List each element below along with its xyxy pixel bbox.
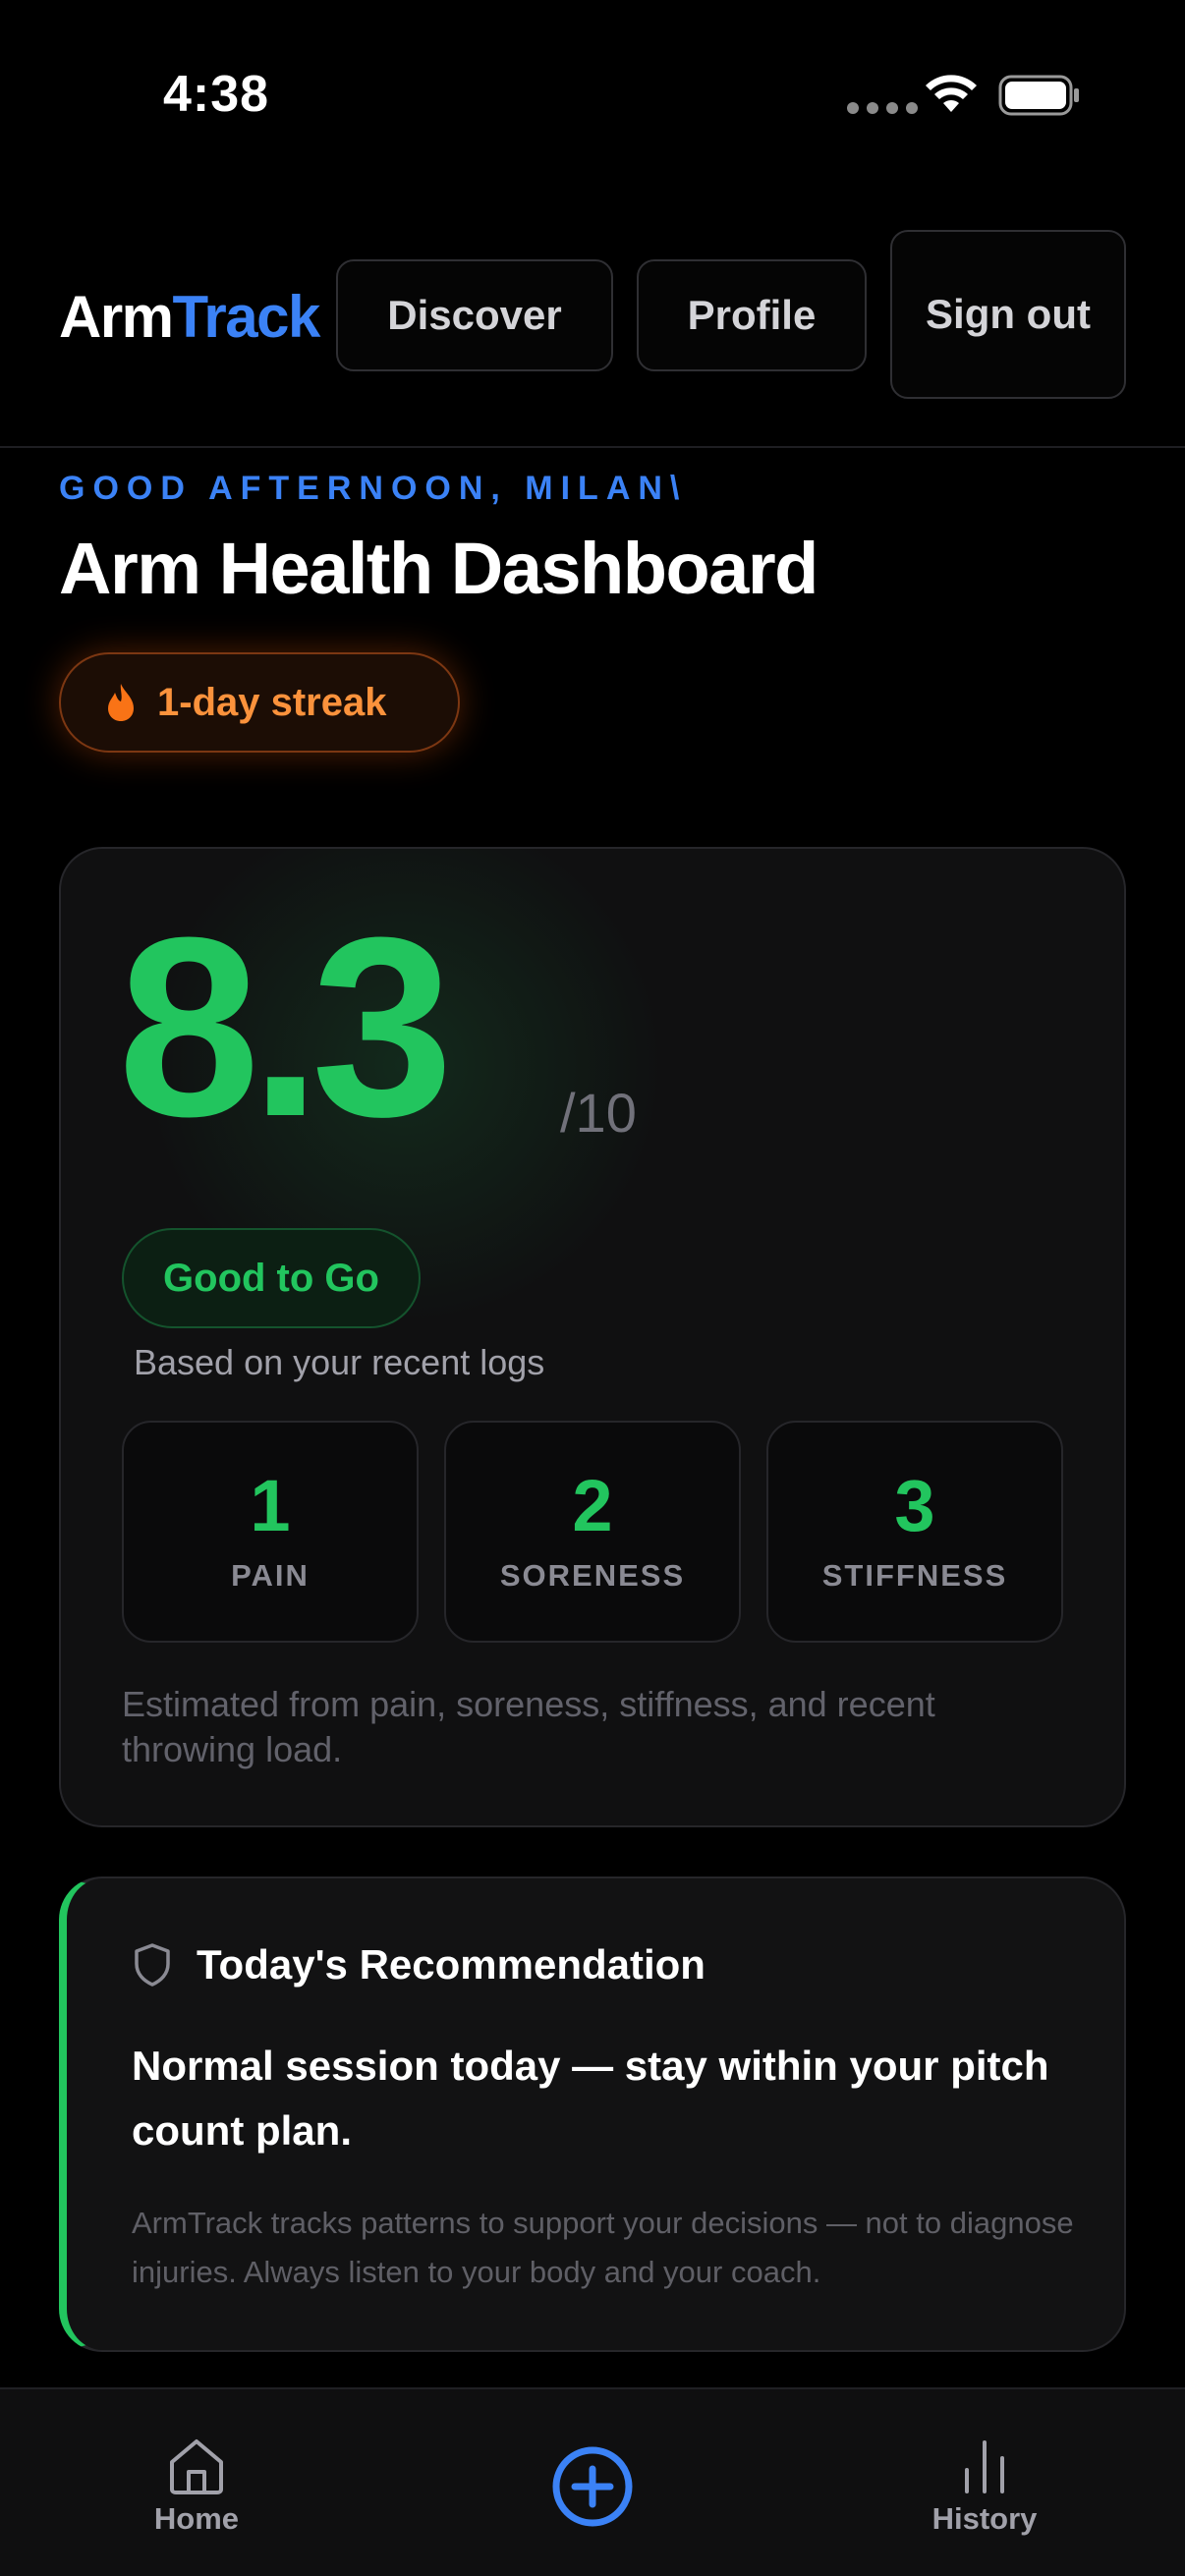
- logo-text-arm: Arm: [59, 284, 174, 350]
- streak-badge: 1-day streak: [59, 652, 460, 753]
- status-time: 4:38: [163, 66, 270, 123]
- metric-label: STIFFNESS: [821, 1558, 1008, 1593]
- page-title: Arm Health Dashboard: [59, 528, 818, 609]
- recommendation-title: Today's Recommendation: [197, 1941, 705, 1988]
- app-header: ArmTrack Discover Profile Sign out: [0, 226, 1185, 448]
- bar-chart-icon: [965, 2440, 1004, 2493]
- arm-health-score-card: 8.3 /10 Good to Go Based on your recent …: [59, 847, 1126, 1827]
- logo-text-track: Track: [172, 284, 321, 350]
- home-icon: [170, 2439, 223, 2494]
- discover-button[interactable]: Discover: [336, 259, 613, 371]
- cellular-signal-icon: [847, 102, 918, 114]
- tab-home-label: Home: [153, 2501, 240, 2536]
- tab-home[interactable]: Home: [138, 2436, 255, 2537]
- flame-icon: [108, 684, 134, 721]
- metric-tile-stiffness: 3 STIFFNESS: [766, 1421, 1063, 1643]
- greeting-text: GOOD AFTERNOON, MILAN\: [59, 470, 688, 507]
- add-log-icon[interactable]: [550, 2444, 635, 2529]
- metric-label: PAIN: [231, 1558, 310, 1593]
- score-max: /10: [560, 1082, 637, 1144]
- metric-tiles: 1 PAIN 2 SORENESS 3 STIFFNESS: [122, 1421, 1063, 1643]
- dashboard-screen: 4:38 ArmTrack Discover Profile Sign out …: [0, 0, 1185, 2576]
- tab-history[interactable]: History: [916, 2436, 1053, 2537]
- profile-button[interactable]: Profile: [637, 259, 867, 371]
- status-badge: Good to Go: [122, 1228, 421, 1328]
- status-subtitle: Based on your recent logs: [134, 1342, 545, 1382]
- score-value: 8.3: [118, 885, 453, 1170]
- status-bar: 4:38: [0, 0, 1185, 196]
- bottom-tab-bar: Home History: [0, 2387, 1185, 2576]
- disclaimer-text: ArmTrack tracks patterns to support your…: [132, 2206, 1074, 2289]
- metric-value: 3: [894, 1465, 935, 1546]
- recommendation-card: Today's Recommendation Normal session to…: [59, 1876, 1126, 2352]
- recommendation-header: Today's Recommendation: [132, 1941, 705, 1988]
- shield-icon: [135, 1943, 170, 1987]
- tab-history-label: History: [931, 2501, 1038, 2536]
- streak-label: 1-day streak: [157, 680, 387, 724]
- metric-tile-soreness: 2 SORENESS: [444, 1421, 741, 1643]
- metric-value: 1: [250, 1465, 291, 1546]
- wifi-icon: [926, 75, 977, 112]
- battery-icon: [998, 75, 1079, 116]
- recommendation-text: Normal session today — stay within your …: [132, 2043, 1049, 2154]
- app-logo[interactable]: ArmTrack: [59, 283, 321, 351]
- score-explanation: Estimated from pain, soreness, stiffness…: [122, 1684, 935, 1769]
- sign-out-button[interactable]: Sign out: [890, 230, 1126, 399]
- metric-label: SORENESS: [499, 1558, 686, 1593]
- metric-value: 2: [572, 1465, 613, 1546]
- metric-tile-pain: 1 PAIN: [122, 1421, 419, 1643]
